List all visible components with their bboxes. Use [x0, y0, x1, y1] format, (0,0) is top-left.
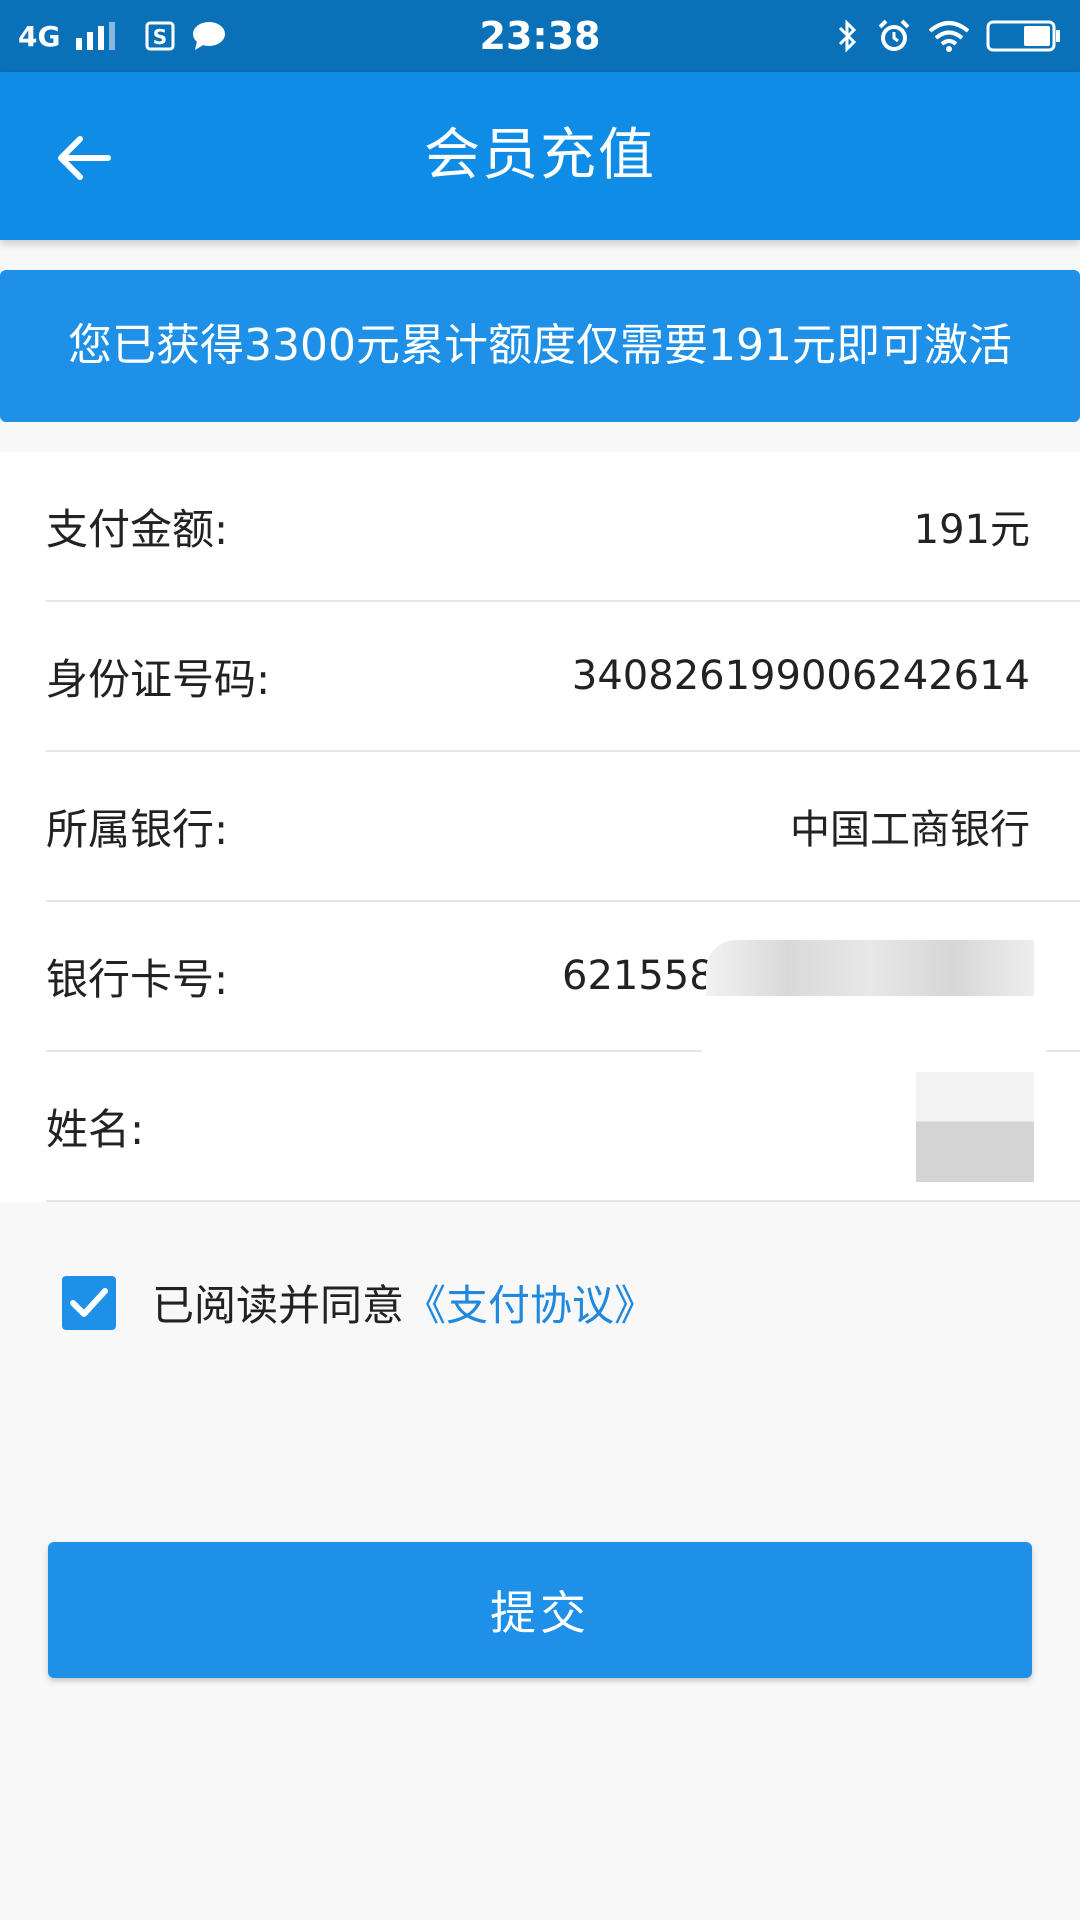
page-title: 会员充值 — [424, 123, 656, 188]
row-value: 340826199006242614 — [571, 653, 1030, 699]
checkmark-icon — [70, 1287, 108, 1317]
alarm-icon — [876, 18, 912, 54]
status-right — [836, 18, 1062, 54]
row-bank: 所属银行: 中国工商银行 — [46, 752, 1080, 902]
credit-banner: 您已获得3300元累计额度仅需要191元即可激活 — [0, 270, 1080, 422]
message-icon — [191, 21, 227, 51]
signal-icon — [76, 22, 116, 50]
payment-agreement-link[interactable]: 《支付协议》 — [404, 1281, 656, 1330]
bluetooth-icon — [836, 18, 860, 54]
row-payment-amount: 支付金额: 191元 — [46, 452, 1080, 602]
agreement-text: 已阅读并同意 — [152, 1281, 405, 1330]
row-label: 银行卡号: — [46, 954, 229, 1004]
svg-text:S: S — [153, 25, 167, 49]
app-header: 会员充值 — [0, 72, 1080, 240]
row-id-number: 身份证号码: 340826199006242614 — [46, 602, 1080, 752]
submit-button[interactable]: 提交 — [48, 1542, 1032, 1678]
agreement-row: 已阅读并同意《支付协议》 — [62, 1272, 656, 1333]
arrow-left-icon — [58, 136, 111, 180]
network-type: 4G — [18, 19, 61, 53]
status-left: 4G S — [18, 20, 227, 53]
row-value: 中国工商银行 — [790, 807, 1030, 853]
wifi-icon — [928, 19, 970, 53]
row-value: 191元 — [913, 507, 1030, 553]
row-label: 所属银行: — [46, 804, 229, 854]
row-label: 身份证号码: — [46, 654, 271, 704]
redacted-card-block — [706, 940, 1034, 996]
row-label: 姓名: — [46, 1104, 145, 1154]
redacted-name-block — [916, 1072, 1034, 1182]
row-name: 姓名: — [46, 1052, 1080, 1202]
status-bar: 4G S 23:38 — [0, 0, 1080, 72]
redacted-card-block-lower — [702, 996, 1046, 1052]
agree-checkbox[interactable] — [62, 1275, 116, 1330]
row-label: 支付金额: — [46, 504, 229, 554]
sim-app-icon: S — [145, 21, 175, 51]
battery-icon — [986, 19, 1062, 53]
row-card-number: 银行卡号: 6215581 — [46, 902, 1080, 1052]
payment-form: 支付金额: 191元 身份证号码: 340826199006242614 所属银… — [0, 452, 1080, 1202]
back-button[interactable] — [44, 118, 124, 198]
